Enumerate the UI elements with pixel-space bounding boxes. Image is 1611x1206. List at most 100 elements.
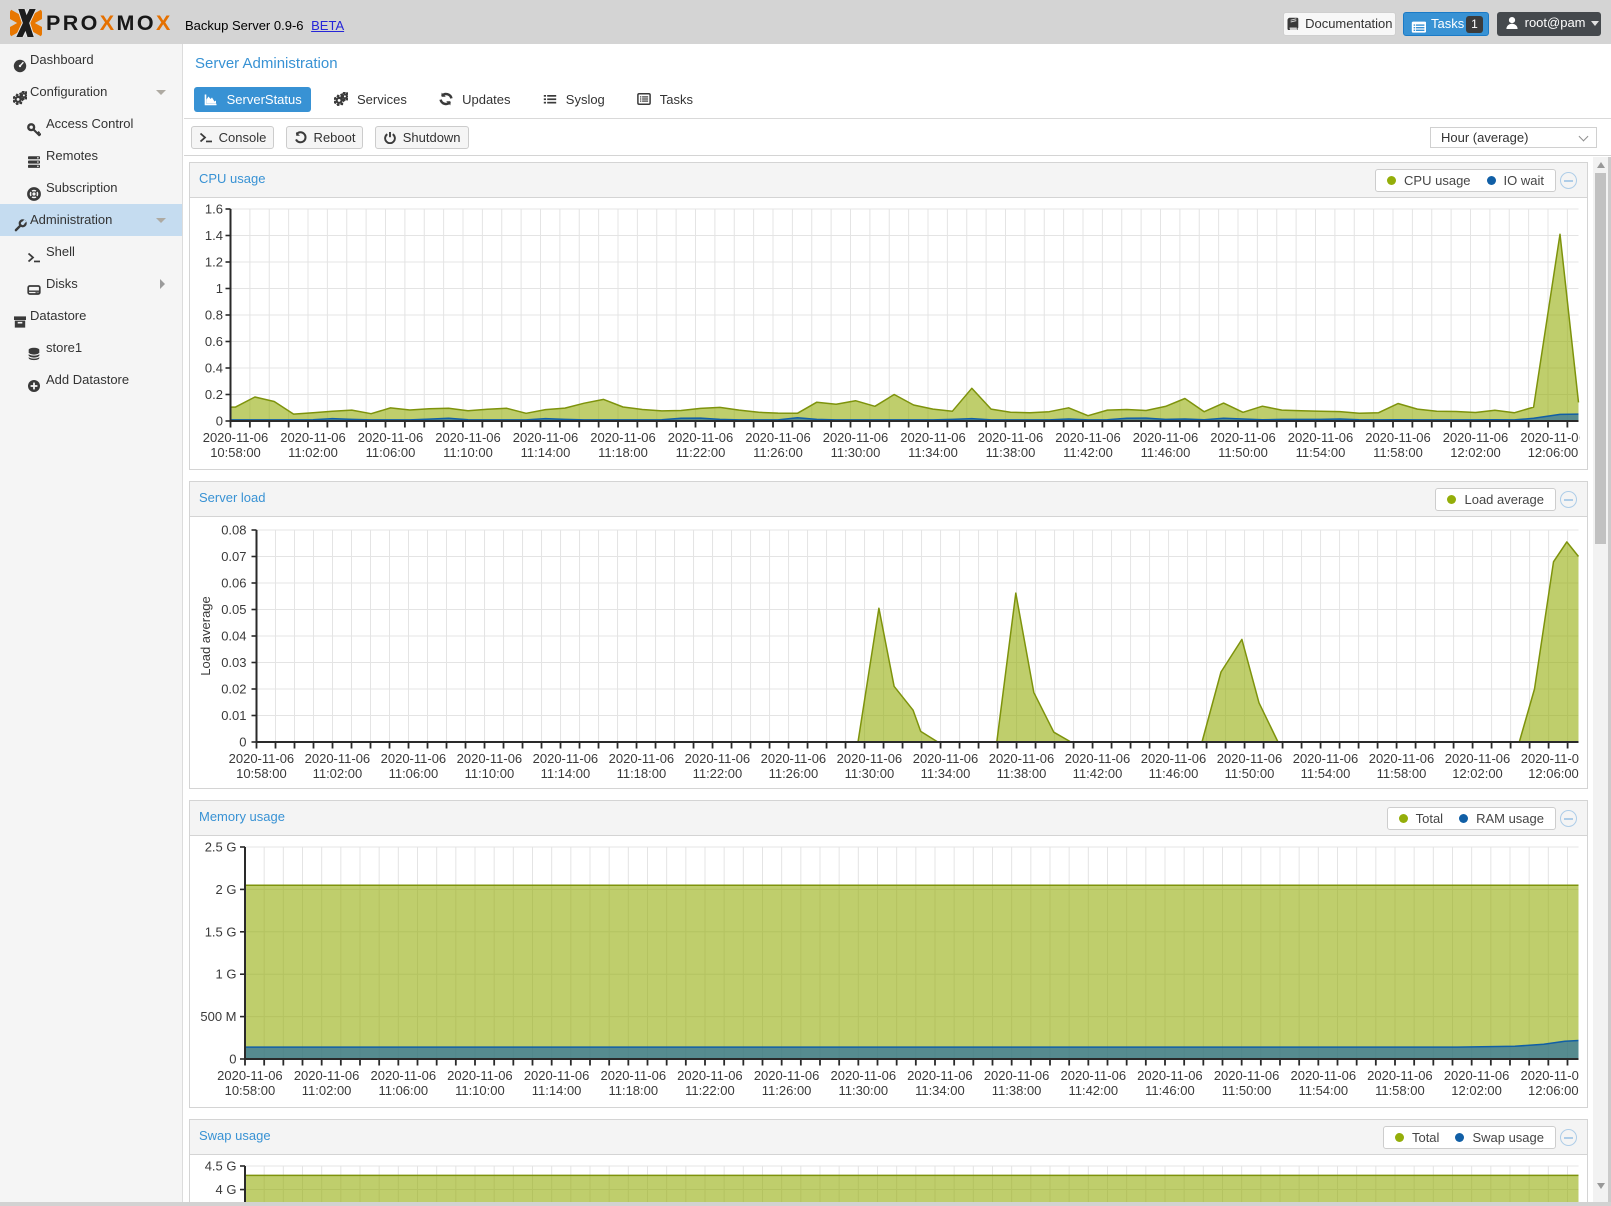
- svg-text:2020-11-06: 2020-11-06: [745, 430, 811, 445]
- svg-text:11:10:00: 11:10:00: [465, 766, 515, 781]
- svg-text:11:38:00: 11:38:00: [997, 766, 1047, 781]
- svg-text:2020-11-06: 2020-11-06: [1291, 1068, 1357, 1083]
- svg-text:2020-11-06: 2020-11-06: [381, 751, 447, 766]
- svg-text:2020-11-06: 2020-11-06: [1520, 430, 1586, 445]
- svg-text:2020-11-06: 2020-11-06: [371, 1068, 437, 1083]
- svg-text:11:58:00: 11:58:00: [1373, 445, 1423, 460]
- svg-text:2020-11-06: 2020-11-06: [294, 1068, 360, 1083]
- svg-text:2020-11-06: 2020-11-06: [1445, 751, 1511, 766]
- svg-text:0: 0: [216, 414, 223, 429]
- svg-text:11:02:00: 11:02:00: [288, 445, 338, 460]
- svg-text:0.2: 0.2: [205, 387, 223, 402]
- svg-text:2020-11-06: 2020-11-06: [280, 430, 346, 445]
- svg-text:2020-11-06: 2020-11-06: [754, 1068, 820, 1083]
- svg-text:1.5 G: 1.5 G: [205, 924, 237, 939]
- svg-text:2020-11-06: 2020-11-06: [978, 430, 1044, 445]
- svg-text:11:46:00: 11:46:00: [1145, 1083, 1195, 1098]
- svg-text:11:58:00: 11:58:00: [1377, 766, 1427, 781]
- svg-text:11:38:00: 11:38:00: [986, 445, 1036, 460]
- svg-text:2020-11-06: 2020-11-06: [305, 751, 371, 766]
- svg-text:12:06:00: 12:06:00: [1528, 1083, 1579, 1098]
- svg-text:12:02:00: 12:02:00: [1451, 1083, 1502, 1098]
- svg-text:2020-11-06: 2020-11-06: [1288, 430, 1354, 445]
- svg-text:0.07: 0.07: [221, 549, 246, 564]
- svg-text:11:06:00: 11:06:00: [389, 766, 439, 781]
- svg-text:2020-11-06: 2020-11-06: [609, 751, 675, 766]
- svg-text:0: 0: [229, 1052, 236, 1067]
- svg-text:11:42:00: 11:42:00: [1063, 445, 1113, 460]
- svg-text:11:34:00: 11:34:00: [908, 445, 958, 460]
- svg-text:11:54:00: 11:54:00: [1296, 445, 1346, 460]
- svg-text:0.06: 0.06: [221, 576, 246, 591]
- svg-text:12:02:00: 12:02:00: [1452, 766, 1503, 781]
- svg-text:0.08: 0.08: [221, 523, 246, 538]
- svg-text:2020-11-06: 2020-11-06: [1214, 1068, 1280, 1083]
- svg-text:11:10:00: 11:10:00: [443, 445, 493, 460]
- svg-text:2020-11-06: 2020-11-06: [984, 1068, 1050, 1083]
- svg-text:2020-11-06: 2020-11-06: [668, 430, 734, 445]
- svg-text:0.4: 0.4: [205, 361, 223, 376]
- svg-text:11:30:00: 11:30:00: [845, 766, 895, 781]
- svg-text:2020-11-06: 2020-11-06: [1521, 751, 1586, 766]
- svg-text:10:58:00: 10:58:00: [236, 766, 287, 781]
- svg-text:11:02:00: 11:02:00: [313, 766, 363, 781]
- svg-text:11:14:00: 11:14:00: [541, 766, 591, 781]
- svg-text:2020-11-06: 2020-11-06: [907, 1068, 973, 1083]
- svg-text:2020-11-06: 2020-11-06: [1217, 751, 1283, 766]
- svg-text:11:26:00: 11:26:00: [769, 766, 819, 781]
- svg-text:11:46:00: 11:46:00: [1149, 766, 1199, 781]
- svg-text:11:14:00: 11:14:00: [521, 445, 571, 460]
- svg-text:11:26:00: 11:26:00: [753, 445, 803, 460]
- svg-text:2020-11-06: 2020-11-06: [900, 430, 966, 445]
- svg-text:12:02:00: 12:02:00: [1450, 445, 1501, 460]
- svg-text:0.8: 0.8: [205, 308, 223, 323]
- svg-text:10:58:00: 10:58:00: [225, 1083, 276, 1098]
- svg-text:12:06:00: 12:06:00: [1528, 766, 1579, 781]
- svg-text:11:34:00: 11:34:00: [921, 766, 971, 781]
- svg-text:2020-11-06: 2020-11-06: [677, 1068, 743, 1083]
- svg-text:11:22:00: 11:22:00: [693, 766, 743, 781]
- svg-text:2020-11-06: 2020-11-06: [590, 430, 656, 445]
- svg-text:0: 0: [239, 735, 246, 750]
- svg-text:2020-11-06: 2020-11-06: [358, 430, 424, 445]
- svg-text:0.05: 0.05: [221, 602, 246, 617]
- svg-text:2020-11-06: 2020-11-06: [513, 430, 579, 445]
- svg-text:2020-11-06: 2020-11-06: [1444, 1068, 1510, 1083]
- svg-text:11:42:00: 11:42:00: [1068, 1083, 1118, 1098]
- svg-text:2020-11-06: 2020-11-06: [685, 751, 751, 766]
- svg-text:11:54:00: 11:54:00: [1301, 766, 1351, 781]
- svg-text:11:22:00: 11:22:00: [676, 445, 726, 460]
- svg-text:2020-11-06: 2020-11-06: [217, 1068, 283, 1083]
- svg-text:11:50:00: 11:50:00: [1222, 1083, 1272, 1098]
- svg-text:2020-11-06: 2020-11-06: [1210, 430, 1276, 445]
- svg-text:2020-11-06: 2020-11-06: [435, 430, 501, 445]
- svg-text:2020-11-06: 2020-11-06: [1061, 1068, 1127, 1083]
- svg-text:1.4: 1.4: [205, 228, 223, 243]
- svg-text:11:18:00: 11:18:00: [608, 1083, 658, 1098]
- svg-text:2020-11-06: 2020-11-06: [447, 1068, 513, 1083]
- svg-text:2020-11-06: 2020-11-06: [1133, 430, 1199, 445]
- svg-text:2020-11-06: 2020-11-06: [913, 751, 979, 766]
- svg-text:11:42:00: 11:42:00: [1073, 766, 1123, 781]
- svg-text:0.03: 0.03: [221, 655, 246, 670]
- svg-text:4.5 G: 4.5 G: [205, 1159, 237, 1174]
- svg-text:2020-11-06: 2020-11-06: [1141, 751, 1207, 766]
- svg-text:2020-11-06: 2020-11-06: [761, 751, 827, 766]
- svg-text:1 G: 1 G: [216, 967, 237, 982]
- svg-text:1: 1: [216, 281, 223, 296]
- svg-text:11:26:00: 11:26:00: [762, 1083, 812, 1098]
- svg-text:2020-11-06: 2020-11-06: [1369, 751, 1435, 766]
- svg-text:2020-11-06: 2020-11-06: [533, 751, 599, 766]
- svg-text:2020-11-06: 2020-11-06: [1443, 430, 1509, 445]
- svg-text:10:58:00: 10:58:00: [210, 445, 261, 460]
- svg-text:2020-11-06: 2020-11-06: [229, 751, 295, 766]
- svg-text:2020-11-06: 2020-11-06: [1521, 1068, 1586, 1083]
- svg-text:11:34:00: 11:34:00: [915, 1083, 965, 1098]
- svg-text:500 M: 500 M: [200, 1009, 236, 1024]
- svg-text:11:14:00: 11:14:00: [532, 1083, 582, 1098]
- svg-text:2.5 G: 2.5 G: [205, 840, 237, 855]
- svg-text:2020-11-06: 2020-11-06: [831, 1068, 897, 1083]
- svg-text:11:22:00: 11:22:00: [685, 1083, 735, 1098]
- svg-text:0.01: 0.01: [221, 708, 246, 723]
- svg-text:2020-11-06: 2020-11-06: [1365, 430, 1431, 445]
